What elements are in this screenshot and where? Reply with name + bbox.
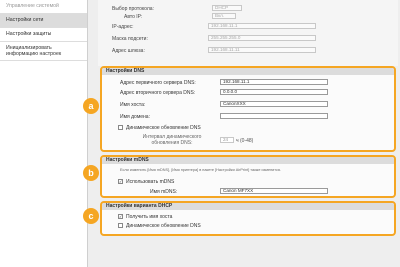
- mdns-name-input[interactable]: Canon MF7XX: [220, 188, 328, 194]
- use-mdns-checkbox[interactable]: ✓: [118, 179, 123, 184]
- auto-ip-label: Авто IP:: [124, 14, 143, 20]
- dns-settings-section: Настройки DNS Адрес первичного сервера D…: [100, 66, 396, 152]
- primary-dns-input[interactable]: 192.168.11.1: [220, 79, 328, 85]
- secondary-dns-label: Адрес вторичного сервера DNS:: [120, 90, 196, 96]
- dynamic-dns-interval-label: Интервал динамического обновления DNS:: [142, 134, 202, 146]
- sidebar-item-system-management[interactable]: Управление системой: [0, 0, 87, 14]
- protocol-value: DHCP: [212, 5, 242, 11]
- sidebar-item-security-settings[interactable]: Настройки защиты: [0, 28, 87, 42]
- host-name-input[interactable]: CanonXXX: [220, 101, 328, 107]
- use-mdns-label: Использовать mDNS: [126, 179, 175, 185]
- callout-badge-a: a: [83, 98, 99, 114]
- host-name-label: Имя хоста:: [120, 102, 146, 108]
- dhcp-dynamic-dns-label: Динамическое обновление DNS: [126, 223, 201, 229]
- protocol-label: Выбор протокола:: [112, 6, 154, 12]
- mdns-name-label: Имя mDNS:: [150, 189, 178, 195]
- ip-address-label: IP-адрес:: [112, 24, 134, 30]
- callout-badge-c: c: [83, 208, 99, 224]
- dhcp-section-title: Настройки варианта DHCP: [102, 203, 394, 210]
- dynamic-dns-interval-input[interactable]: 24: [220, 137, 234, 143]
- dynamic-dns-interval-unit: ч (0-48): [236, 138, 254, 144]
- settings-content: Выбор протокола: DHCP Авто IP: Вкл. IP-а…: [88, 0, 400, 267]
- acquire-host-name-label: Получить имя хоста: [126, 214, 173, 220]
- subnet-mask-value: 255.255.255.0: [208, 35, 316, 41]
- mdns-note: Если изменить [Имя mDNS], [Имя принтера]…: [120, 168, 281, 172]
- dhcp-option-section: Настройки варианта DHCP ✓ Получить имя х…: [100, 201, 396, 236]
- auto-ip-value: Вкл.: [212, 13, 236, 19]
- dynamic-dns-label: Динамическое обновление DNS: [126, 125, 201, 131]
- domain-name-input[interactable]: [220, 113, 328, 119]
- ip-address-value: 192.168.11.1: [208, 23, 316, 29]
- gateway-value: 192.168.11.11: [208, 47, 316, 53]
- tcp-ip-summary: Выбор протокола: DHCP Авто IP: Вкл. IP-а…: [98, 0, 398, 66]
- subnet-mask-label: Маска подсети:: [112, 36, 148, 42]
- sidebar-item-initialize-settings[interactable]: Инициализировать информацию настроек: [0, 42, 87, 61]
- primary-dns-label: Адрес первичного сервера DNS:: [120, 80, 196, 86]
- dhcp-dynamic-dns-checkbox[interactable]: [118, 223, 123, 228]
- callout-badge-b: b: [83, 165, 99, 181]
- mdns-section-title: Настройки mDNS: [102, 157, 394, 164]
- dynamic-dns-checkbox[interactable]: [118, 125, 123, 130]
- sidebar: Управление системой Настройки сети Настр…: [0, 0, 88, 267]
- secondary-dns-input[interactable]: 0.0.0.0: [220, 89, 328, 95]
- domain-name-label: Имя домена:: [120, 114, 150, 120]
- gateway-label: Адрес шлюза:: [112, 48, 145, 54]
- sidebar-item-network-settings[interactable]: Настройки сети: [0, 14, 87, 28]
- mdns-settings-section: Настройки mDNS Если изменить [Имя mDNS],…: [100, 155, 396, 198]
- dns-section-title: Настройки DNS: [102, 68, 394, 75]
- acquire-host-name-checkbox[interactable]: ✓: [118, 214, 123, 219]
